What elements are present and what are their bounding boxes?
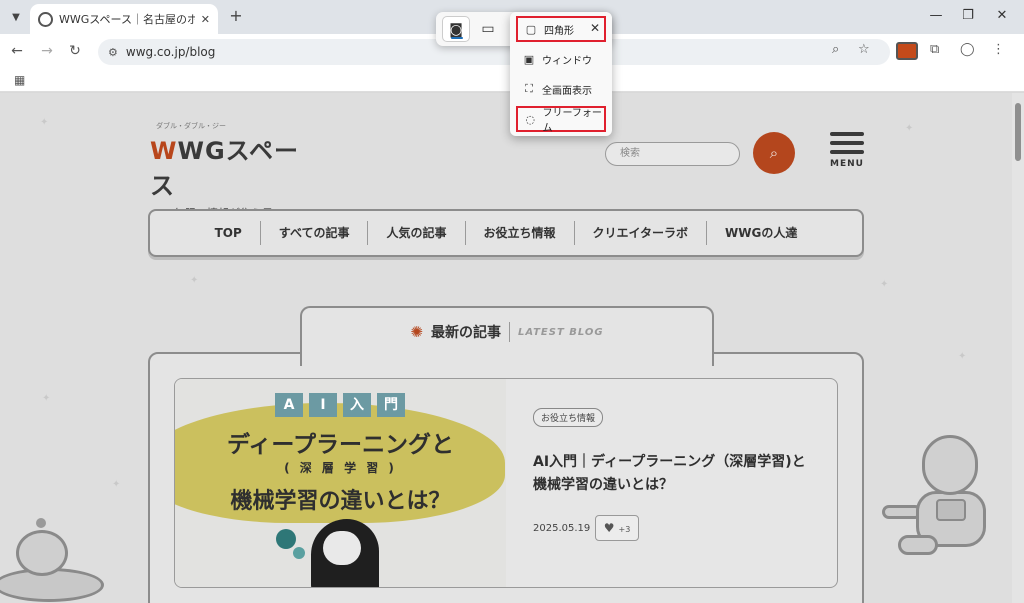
- article-title[interactable]: AI入門｜ディープラーニング（深層学習)と機械学習の違いとは？: [533, 451, 813, 497]
- menu-label: MENU: [830, 159, 864, 169]
- rectangle-icon: ▢: [525, 22, 537, 36]
- video-icon: ▭: [481, 21, 495, 37]
- chrome-menu-icon[interactable]: ⋮: [992, 42, 1005, 57]
- menu-bar-line: [830, 141, 864, 145]
- astronaut-panel: [936, 499, 966, 521]
- decor-star-icon: ✦: [190, 275, 199, 286]
- article-date: 2025.05.19: [533, 523, 591, 534]
- astronaut-leg: [898, 535, 938, 555]
- latest-title-en: LATEST BLOG: [517, 326, 604, 338]
- heart-icon: ♥: [603, 521, 615, 535]
- minimize-icon[interactable]: —: [926, 8, 946, 23]
- shape-label: ウィンドウ: [542, 55, 592, 67]
- astronaut-helmet: [922, 435, 978, 495]
- screenshot-mode-button[interactable]: ◙: [442, 16, 470, 42]
- shape-label: フリーフォーム: [542, 108, 602, 134]
- bookmark-star-icon[interactable]: ☆: [858, 42, 870, 57]
- shape-label: 四角形: [544, 25, 574, 37]
- zoom-icon[interactable]: ⌕: [832, 42, 839, 57]
- site-logo[interactable]: ダブル・ダブル・ジー WWGスペース 無限の情報が集う星: [150, 121, 320, 221]
- url-text: wwg.co.jp/blog: [125, 45, 216, 59]
- latest-title: 最新の記事: [431, 322, 510, 342]
- decor-star-icon: ✦: [905, 123, 914, 134]
- web-page: ✦ ✦ ✦ ✦ ✦ ✦ ✦ ダブル・ダブル・ジー WWGスペース 無限の情報が集…: [0, 93, 1012, 603]
- ufo-dome: [16, 530, 68, 576]
- window-icon: ▣: [523, 52, 535, 66]
- decor-star-icon: ✦: [42, 393, 51, 404]
- video-mode-button[interactable]: ▭: [474, 16, 502, 42]
- nav-item-top[interactable]: TOP: [197, 221, 260, 245]
- page-scrollbar[interactable]: [1012, 93, 1024, 603]
- nav-item-all-articles[interactable]: すべての記事: [259, 221, 368, 245]
- logo-ruby: ダブル・ダブル・ジー: [156, 122, 226, 130]
- snip-close-icon[interactable]: ✕: [590, 21, 600, 35]
- search-icon: ⌕: [769, 144, 779, 162]
- decor-star-icon: ✦: [958, 351, 967, 362]
- extension-thumbnail-icon[interactable]: [896, 42, 918, 60]
- nav-item-creator-lab[interactable]: クリエイターラボ: [573, 221, 707, 245]
- reload-icon[interactable]: ↻: [66, 42, 84, 60]
- thumb-line-3: 機械学習の違いとは？: [230, 489, 451, 514]
- thumb-line-1: ディープラーニングと: [226, 432, 454, 458]
- menu-bar-line: [830, 150, 864, 154]
- restore-icon[interactable]: ❐: [958, 8, 978, 23]
- thumb-ai-char: 門: [377, 393, 405, 417]
- like-button[interactable]: ♥ +3: [595, 515, 639, 541]
- brain-chip-icon: [323, 531, 361, 565]
- thumb-dot: [276, 529, 296, 549]
- decor-star-icon: ✦: [880, 279, 889, 290]
- camera-icon: ◙: [449, 22, 463, 38]
- nav-item-wwg-people[interactable]: WWGの人達: [706, 221, 815, 245]
- shape-fullscreen[interactable]: ⛶ 全画面表示: [516, 76, 606, 102]
- thumb-ai-char: 入: [343, 393, 371, 417]
- astronaut-illustration-icon: [878, 435, 1008, 565]
- window-close-icon[interactable]: ✕: [992, 8, 1012, 23]
- thumb-dot: [293, 547, 305, 559]
- article-category-tag[interactable]: お役立ち情報: [533, 408, 604, 427]
- forward-arrow-icon[interactable]: →: [38, 42, 56, 60]
- tab-title: WWGスペース｜名古屋のホームペー: [59, 13, 195, 26]
- brand-planet-icon: ✺: [410, 323, 423, 341]
- article-card[interactable]: A I 入 門 ディープラーニングと ( 深 層 学 習 ) 機械学習の違いとは…: [174, 378, 838, 588]
- hamburger-menu-button[interactable]: MENU: [830, 132, 864, 169]
- site-favicon-icon: [38, 11, 53, 27]
- nav-item-useful-info[interactable]: お役立ち情報: [464, 221, 574, 245]
- menu-bar-line: [830, 132, 864, 136]
- shape-window[interactable]: ▣ ウィンドウ: [516, 46, 606, 72]
- tab-search-chevron-icon[interactable]: ▼: [6, 7, 26, 27]
- scrollbar-thumb[interactable]: [1015, 103, 1021, 161]
- logo-first-letter: W: [150, 137, 178, 165]
- active-mode-indicator: [451, 37, 463, 39]
- tab-close-icon[interactable]: ✕: [201, 13, 210, 26]
- ufo-illustration-icon: [0, 518, 110, 603]
- article-thumbnail: A I 入 門 ディープラーニングと ( 深 層 学 習 ) 機械学習の違いとは…: [175, 379, 506, 587]
- browser-tab[interactable]: WWGスペース｜名古屋のホームペー ✕: [30, 4, 218, 34]
- logo-text: WWGスペース: [150, 131, 320, 201]
- site-info-icon[interactable]: ⚙: [108, 46, 118, 59]
- fullscreen-icon: ⛶: [525, 82, 533, 95]
- like-count: +3: [618, 525, 631, 534]
- shape-label: 全画面表示: [542, 85, 592, 97]
- decor-star-icon: ✦: [112, 479, 121, 490]
- decor-star-icon: ✦: [40, 117, 49, 128]
- thumb-line-2: ( 深 層 学 習 ): [284, 461, 397, 475]
- back-arrow-icon[interactable]: ←: [8, 42, 26, 60]
- thumb-ai-char: A: [275, 393, 303, 417]
- nav-item-popular[interactable]: 人気の記事: [367, 221, 464, 245]
- apps-grid-icon[interactable]: ▦: [14, 73, 25, 87]
- site-search-input[interactable]: 検索: [605, 142, 740, 166]
- ufo-antenna: [36, 518, 46, 528]
- thumb-ai-char: I: [309, 393, 337, 417]
- site-search-button[interactable]: ⌕: [753, 132, 795, 174]
- freeform-icon: ◌: [525, 112, 536, 126]
- new-tab-plus-icon[interactable]: +: [226, 6, 246, 26]
- shape-freeform[interactable]: ◌ フリーフォーム: [516, 106, 606, 134]
- latest-blog-heading: ✺ 最新の記事 LATEST BLOG: [300, 306, 714, 366]
- extensions-puzzle-icon[interactable]: ⧉: [930, 42, 939, 57]
- profile-icon[interactable]: ◯: [960, 42, 975, 57]
- thumb-ai-badge: A I 入 門: [275, 393, 405, 417]
- global-nav: TOP すべての記事 人気の記事 お役立ち情報 クリエイターラボ WWGの人達: [148, 209, 864, 257]
